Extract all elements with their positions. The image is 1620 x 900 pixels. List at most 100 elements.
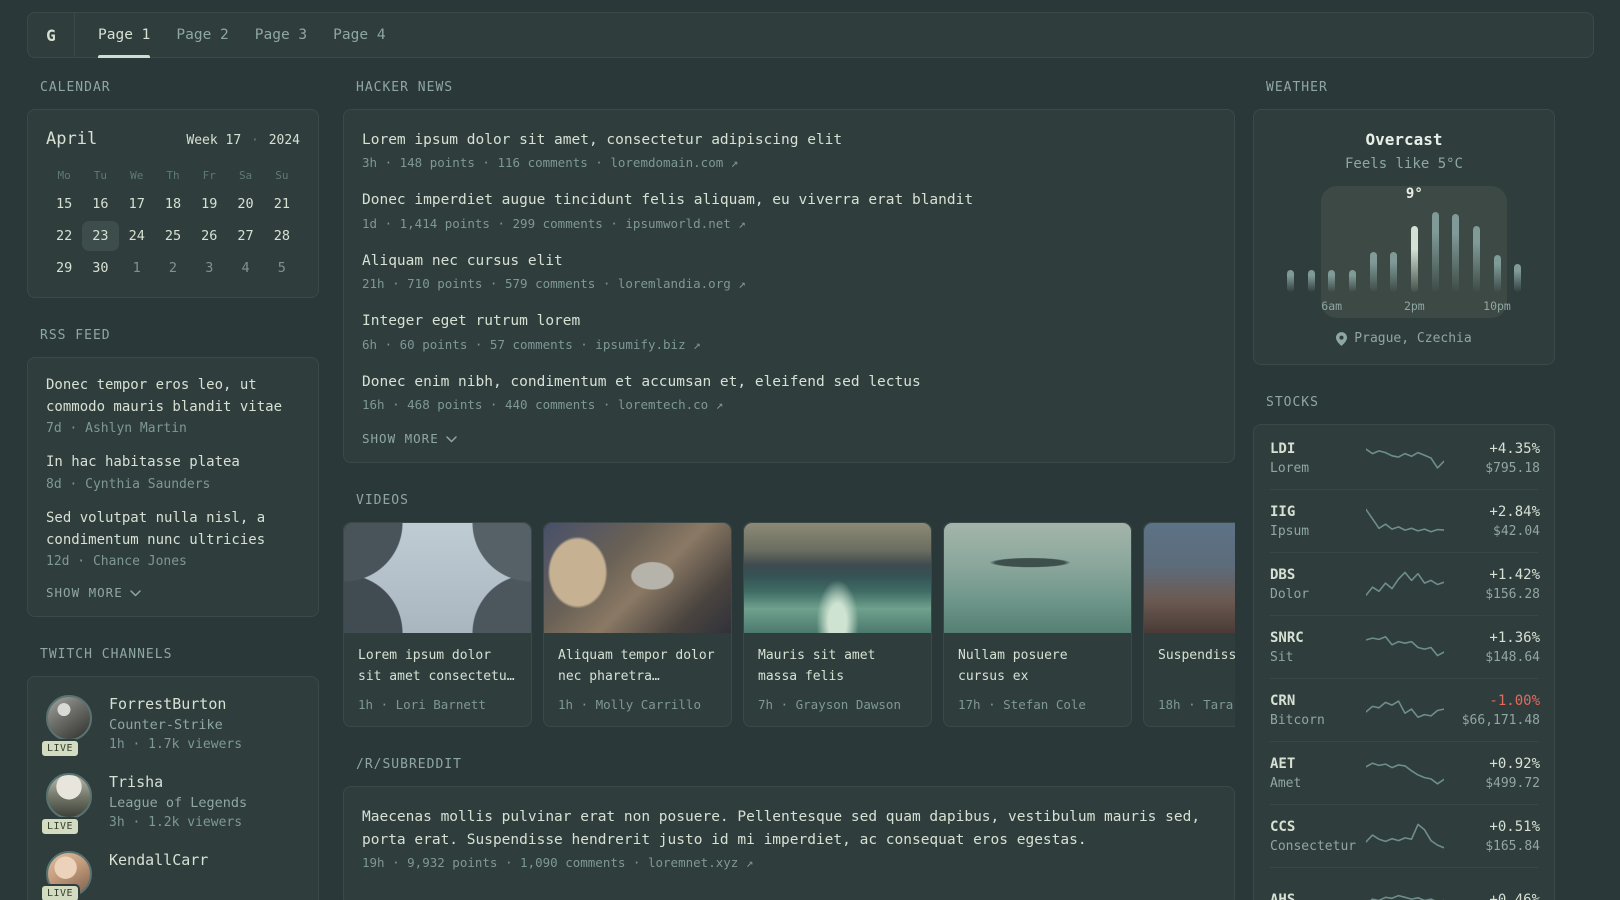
calendar-weekday: Tu bbox=[93, 169, 108, 182]
video-meta: 1h · Lori Barnett bbox=[358, 697, 486, 713]
stock-ticker: SNRC bbox=[1270, 629, 1304, 646]
video-card-body: Lorem ipsum dolor sit amet consectetu… 1h… bbox=[344, 633, 531, 726]
hackernews-title[interactable]: Aliquam nec cursus elit bbox=[362, 250, 1216, 272]
video-card[interactable]: Suspendisse diam 18h · Tara bbox=[1143, 522, 1235, 728]
video-card[interactable]: Lorem ipsum dolor sit amet consectetu… 1h… bbox=[343, 522, 532, 728]
stock-sparkline bbox=[1366, 693, 1444, 727]
calendar-day: 30 bbox=[92, 260, 109, 276]
twitch-channel[interactable]: LIVE ForrestBurton Counter-Strike 1h · 1.7k… bbox=[40, 695, 300, 759]
avatar-wrap: LIVE bbox=[40, 773, 92, 837]
video-meta: 1h · Molly Carrillo bbox=[558, 697, 701, 713]
hour-tick-label: 6am bbox=[1321, 299, 1343, 313]
twitch-channel[interactable]: LIVE Trisha League of Legends 3h · 1.2k vie… bbox=[40, 773, 300, 837]
video-thumbnail-foggy-figure bbox=[1144, 523, 1235, 634]
calendar-weekday: Su bbox=[275, 169, 289, 182]
tab-page-1[interactable]: Page 1 bbox=[98, 13, 151, 58]
calendar-week-info: Week 17 · 2024 bbox=[186, 133, 300, 148]
hackernews-domain-link[interactable]: ipsumify.biz bbox=[595, 337, 693, 352]
hackernews-title[interactable]: Donec imperdiet augue tincidunt felis al… bbox=[362, 189, 1216, 211]
calendar-day: 18 bbox=[164, 196, 182, 212]
weather-bar bbox=[1410, 226, 1418, 292]
twitch-card: LIVE ForrestBurton Counter-Strike 1h · 1.7k… bbox=[27, 676, 319, 900]
center-column: HACKER NEWS Lorem ipsum dolor sit amet, … bbox=[343, 80, 1235, 900]
hackernews-meta: 16h · 468 points · 440 comments · loremt… bbox=[362, 397, 1216, 412]
video-title[interactable]: Lorem ipsum dolor sit amet consectetu… bbox=[358, 646, 517, 688]
avatar[interactable] bbox=[46, 773, 92, 820]
stock-sparkline bbox=[1366, 504, 1444, 538]
subreddit-item: Maecenas mollis pulvinar erat non posuer… bbox=[362, 806, 1216, 870]
hackernews-domain-link[interactable]: loremdomain.com bbox=[610, 155, 730, 170]
hackernews-title[interactable]: Lorem ipsum dolor sit amet, consectetur … bbox=[362, 129, 1216, 151]
stock-identity: IIG Ipsum bbox=[1270, 504, 1366, 539]
video-card[interactable]: Aliquam tempor dolor nec pharetra… 1h · M… bbox=[543, 522, 732, 728]
stock-values: +4.35% $795.18 bbox=[1444, 441, 1540, 476]
location-pin-icon bbox=[1336, 331, 1348, 346]
stocks-list: LDI Lorem +4.35% $795.18 IIG Ipsum +2.84% $42.0… bbox=[1270, 427, 1540, 900]
calendar-day: 29 bbox=[56, 260, 73, 276]
stock-sparkline bbox=[1366, 883, 1444, 900]
calendar-day-selected: 23 bbox=[82, 221, 119, 251]
avatar[interactable] bbox=[46, 695, 92, 742]
stock-change: +2.84% bbox=[1489, 503, 1540, 520]
video-thumbnail-boat-wake bbox=[744, 523, 931, 634]
subreddit-domain-link[interactable]: loremnet.xyz bbox=[648, 855, 746, 870]
calendar-section-title: CALENDAR bbox=[40, 80, 111, 95]
weather-bar bbox=[1493, 255, 1501, 292]
stock-row: LDI Lorem +4.35% $795.18 bbox=[1270, 427, 1540, 490]
app-logo[interactable]: G bbox=[28, 13, 75, 57]
hackernews-title[interactable]: Donec enim nibh, condimentum et accumsan… bbox=[362, 371, 1216, 393]
hackernews-meta-text: 1d · 1,414 points · 299 comments · bbox=[362, 215, 626, 231]
video-title[interactable]: Nullam posuere cursus ex bbox=[958, 646, 1117, 688]
video-card[interactable]: Nullam posuere cursus ex 17h · Stefan Col… bbox=[943, 522, 1132, 728]
video-title[interactable]: Suspendisse diam bbox=[1158, 646, 1235, 688]
weather-bar bbox=[1431, 212, 1439, 292]
rss-show-more-button[interactable]: SHOW MORE bbox=[46, 585, 300, 600]
weather-bar bbox=[1514, 264, 1522, 292]
weather-section-title: WEATHER bbox=[1266, 80, 1328, 95]
calendar-weekday: We bbox=[130, 169, 144, 182]
twitch-channel[interactable]: LIVE KendallCarr bbox=[40, 851, 300, 900]
hackernews-domain-link[interactable]: loremtech.co bbox=[618, 397, 716, 412]
rss-item-title[interactable]: Donec tempor eros leo, ut commodo mauris… bbox=[46, 375, 300, 418]
stock-change: +1.42% bbox=[1489, 566, 1540, 583]
channel-name[interactable]: Trisha bbox=[109, 773, 247, 791]
rss-item-title[interactable]: Sed volutpat nulla nisl, a condimentum n… bbox=[46, 508, 300, 551]
stock-ticker: CCS bbox=[1270, 818, 1296, 835]
calendar-day: 20 bbox=[237, 196, 254, 212]
calendar-day: 26 bbox=[201, 228, 218, 244]
video-thumbnail-camera-hands bbox=[544, 523, 731, 634]
stock-row: SNRC Sit +1.36% $148.64 bbox=[1270, 616, 1540, 679]
video-title[interactable]: Aliquam tempor dolor nec pharetra… bbox=[558, 646, 717, 688]
stock-name: Dolor bbox=[1270, 586, 1310, 602]
stock-identity: DBS Dolor bbox=[1270, 567, 1366, 602]
stock-row: AHS +0.46% bbox=[1270, 868, 1540, 900]
video-title[interactable]: Mauris sit amet massa felis bbox=[758, 646, 917, 688]
weather-hourly-chart: 9° 6am 2pm 10pm bbox=[1280, 186, 1528, 318]
calendar-day: 4 bbox=[241, 260, 250, 276]
subreddit-title[interactable]: Maecenas mollis pulvinar erat non posuer… bbox=[362, 806, 1216, 851]
weather-bar-slot bbox=[1466, 226, 1487, 292]
rss-widget: RSS FEED Donec tempor eros leo, ut commo… bbox=[27, 328, 319, 618]
video-card[interactable]: Mauris sit amet massa felis 7h · Grayson … bbox=[743, 522, 932, 728]
stock-price: $66,171.48 bbox=[1461, 712, 1540, 728]
hackernews-domain-link[interactable]: loremlandia.org bbox=[618, 276, 738, 291]
twitch-channel-list: LIVE ForrestBurton Counter-Strike 1h · 1.7k… bbox=[40, 695, 300, 900]
weather-bar-slot bbox=[1507, 264, 1528, 292]
hackernews-domain-link[interactable]: ipsumworld.net bbox=[625, 216, 738, 231]
external-link-icon: ↗ bbox=[730, 155, 739, 171]
tab-page-4[interactable]: Page 4 bbox=[333, 13, 385, 57]
rss-item-title[interactable]: In hac habitasse platea bbox=[46, 452, 300, 474]
tab-page-3[interactable]: Page 3 bbox=[255, 13, 307, 57]
hackernews-card: Lorem ipsum dolor sit amet, consectetur … bbox=[343, 109, 1235, 464]
channel-info: ForrestBurton Counter-Strike 1h · 1.7k vie… bbox=[109, 695, 242, 752]
channel-game: League of Legends bbox=[109, 795, 248, 812]
hackernews-show-more-button[interactable]: SHOW MORE bbox=[362, 431, 1216, 446]
stock-values: +0.92% $499.72 bbox=[1444, 756, 1540, 791]
channel-name[interactable]: KendallCarr bbox=[109, 851, 208, 869]
tab-page-2[interactable]: Page 2 bbox=[176, 13, 228, 57]
rss-card: Donec tempor eros leo, ut commodo mauris… bbox=[27, 357, 319, 618]
hackernews-title[interactable]: Integer eget rutrum lorem bbox=[362, 310, 1216, 332]
weather-location: Prague, Czechia bbox=[1270, 331, 1538, 346]
weather-bar-slot bbox=[1487, 255, 1508, 292]
channel-name[interactable]: ForrestBurton bbox=[109, 695, 242, 713]
